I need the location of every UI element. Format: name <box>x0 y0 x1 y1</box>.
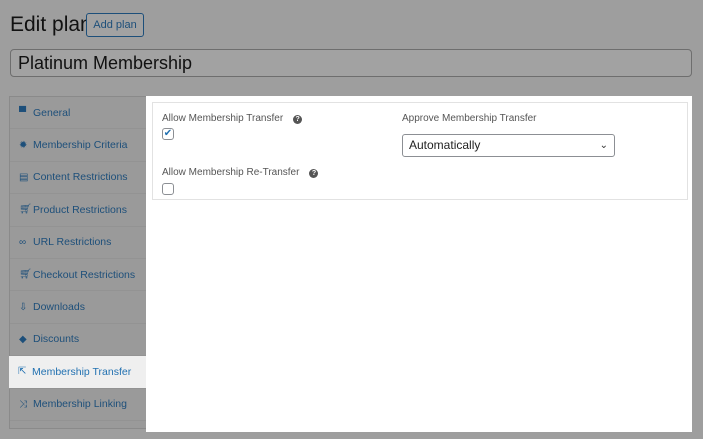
allow-transfer-label: Allow Membership Transfer <box>162 113 284 124</box>
store-icon: ▀ <box>19 107 27 119</box>
allow-retransfer-field-label: Allow Membership Re-Transfer? <box>162 167 319 178</box>
allow-retransfer-label: Allow Membership Re-Transfer <box>162 167 300 178</box>
tab-membership-transfer[interactable]: ⇱ Membership Transfer <box>9 356 146 389</box>
tab-checkout-restrictions[interactable]: 🛒︎ Checkout Restrictions <box>10 259 146 292</box>
gear-icon: ✹ <box>19 139 28 151</box>
add-plan-button[interactable]: Add plan <box>86 13 144 37</box>
tab-label: Checkout Restrictions <box>33 268 136 281</box>
cart-icon: 🛒︎ <box>19 269 32 281</box>
linking-icon: ⤨ <box>19 398 27 410</box>
tab-label: Downloads <box>33 301 85 314</box>
chevron-down-icon: ⌄ <box>599 140 608 151</box>
tab-label: Membership Criteria <box>33 139 128 152</box>
tab-discounts[interactable]: ◆ Discounts <box>10 324 146 357</box>
approve-transfer-value: Automatically <box>409 138 481 152</box>
tab-url-restrictions[interactable]: ∞ URL Restrictions <box>10 227 146 259</box>
tab-label: Membership Linking <box>33 398 127 411</box>
transfer-settings-box: Allow Membership Transfer? ✔ Approve Mem… <box>152 102 688 200</box>
tab-label: Content Restrictions <box>33 171 128 184</box>
tab-product-restrictions[interactable]: 🛒︎ Product Restrictions <box>10 194 146 227</box>
tab-label: URL Restrictions <box>33 236 112 249</box>
tab-content-restrictions[interactable]: ▤ Content Restrictions <box>10 162 146 195</box>
tab-label: General <box>33 106 71 119</box>
tab-general[interactable]: ▀ General <box>10 97 146 130</box>
link-icon: ∞ <box>19 236 27 248</box>
download-icon: ⇩ <box>19 301 28 313</box>
cart-icon: 🛒︎ <box>19 204 32 216</box>
tab-downloads[interactable]: ⇩ Downloads <box>10 291 146 324</box>
transfer-panel: Allow Membership Transfer? ✔ Approve Mem… <box>146 96 692 432</box>
allow-transfer-field-label: Allow Membership Transfer? <box>162 113 303 124</box>
help-icon[interactable]: ? <box>293 115 303 124</box>
tab-membership-linking[interactable]: ⤨ Membership Linking <box>10 389 146 421</box>
approve-transfer-select[interactable]: Automatically ⌄ <box>402 134 615 157</box>
tab-label: Membership Transfer <box>32 365 132 378</box>
plan-name-input[interactable]: Platinum Membership <box>10 49 692 77</box>
approve-transfer-label: Approve Membership Transfer <box>402 113 537 124</box>
tab-label: Product Restrictions <box>33 203 127 216</box>
allow-retransfer-checkbox[interactable] <box>162 183 174 195</box>
tab-label: Discounts <box>33 333 80 346</box>
plan-tabs: ▀ General ✹ Membership Criteria ▤ Content R… <box>9 96 146 429</box>
allow-transfer-checkbox[interactable]: ✔ <box>162 128 174 140</box>
tab-membership-criteria[interactable]: ✹ Membership Criteria <box>10 129 146 162</box>
transfer-icon: ⇱ <box>18 366 27 378</box>
help-icon[interactable]: ? <box>309 169 319 178</box>
tag-icon: ◆ <box>19 333 27 345</box>
document-icon: ▤ <box>19 171 29 183</box>
page-title: Edit plan <box>10 13 92 36</box>
